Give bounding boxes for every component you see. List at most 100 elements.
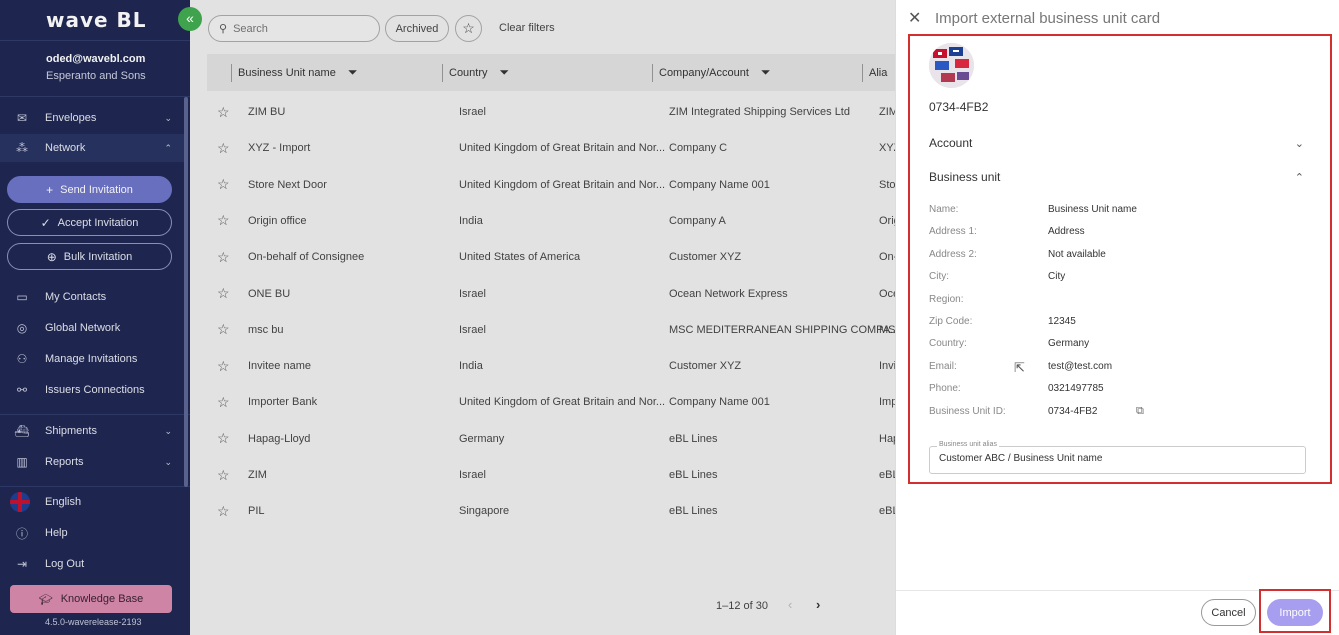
star-icon[interactable]: ☆ [217, 430, 230, 447]
table-row[interactable]: ☆ msc bu Israel MSC MEDITERRANEAN SHIPPING … [207, 312, 899, 348]
table-row[interactable]: ☆ Invitee name India Customer XYZ Invi [207, 348, 895, 384]
sidebar-divider [0, 486, 190, 487]
alias-input[interactable] [939, 453, 1299, 464]
cancel-button[interactable]: Cancel [1201, 599, 1256, 626]
sidebar-item-help[interactable]: ⓘ Help [0, 519, 184, 547]
table-row[interactable]: ☆ Origin office India Company A Orig [207, 203, 895, 239]
check-circle-icon: ✓ [40, 215, 51, 230]
close-icon[interactable]: ✕ [908, 8, 921, 28]
star-icon[interactable]: ☆ [217, 104, 230, 121]
sidebar-item-issuers-connections[interactable]: ⚯ Issuers Connections [0, 376, 184, 404]
alias-field[interactable]: Business unit alias [929, 441, 1306, 474]
table-cell: United Kingdom of Great Britain and Nor.… [459, 178, 666, 191]
import-button[interactable]: Import [1267, 599, 1323, 626]
table-row[interactable]: ☆ Hapag-Lloyd Germany eBL Lines Hap [207, 421, 895, 457]
star-icon[interactable]: ☆ [217, 321, 230, 338]
import-card-drawer: ✕ Import external business unit card 073… [895, 0, 1339, 635]
detail-field: Name: Business Unit name [929, 204, 1309, 220]
field-value: Not available [1048, 248, 1106, 260]
clear-filters-link[interactable]: Clear filters [499, 22, 555, 34]
sidebar-item-manage-invitations[interactable]: ⚇ Manage Invitations [0, 345, 184, 373]
button-label: Send Invitation [60, 183, 133, 196]
field-value: Address [1048, 226, 1085, 238]
star-icon[interactable]: ☆ [217, 176, 230, 193]
sidebar-scrollbar[interactable] [184, 97, 188, 487]
table-cell: Orig [879, 214, 895, 227]
table-cell: eBL Lines [669, 432, 718, 445]
table-cell: Ocean Network Express [669, 287, 788, 300]
favorites-filter-button[interactable]: ☆ [455, 15, 482, 42]
bulk-invitation-button[interactable]: ⊕ Bulk Invitation [7, 243, 172, 270]
table-row[interactable]: ☆ XYZ - Import United Kingdom of Great Bri… [207, 130, 895, 166]
column-header-alias[interactable]: Alia [862, 54, 887, 91]
archived-filter-button[interactable]: Archived [385, 15, 449, 42]
sidebar-item-network[interactable]: ⁂ Network ⌃ [0, 134, 184, 162]
accept-invitation-button[interactable]: ✓ Accept Invitation [7, 209, 172, 236]
language-selector[interactable]: English [0, 488, 184, 516]
knowledge-base-button[interactable]: 🎓︎ Knowledge Base [10, 585, 172, 613]
column-header-company[interactable]: Company/Account ⏷ [652, 54, 771, 91]
contacts-book-icon: ▭ [16, 290, 28, 304]
star-icon[interactable]: ☆ [217, 394, 230, 411]
detail-field: Email: test@test.com [929, 361, 1309, 377]
table-cell: ZIM BU [248, 106, 286, 118]
table-cell: Israel [459, 106, 486, 118]
table-row[interactable]: ☆ Store Next Door United Kingdom of Great … [207, 167, 895, 203]
detail-field: Country: Germany [929, 338, 1309, 354]
table-cell: Oce [879, 287, 895, 300]
column-title: Company/Account [659, 66, 749, 79]
star-icon[interactable]: ☆ [217, 467, 230, 484]
collapse-sidebar-button[interactable]: « [178, 7, 202, 31]
table-cell: Imp [879, 396, 895, 409]
table-header: Business Unit name ⏷ Country ⏷ Company/A… [207, 54, 895, 91]
table-row[interactable]: ☆ Importer Bank United Kingdom of Great Br… [207, 384, 895, 420]
star-icon[interactable]: ☆ [217, 358, 230, 375]
table-row[interactable]: ☆ On-behalf of Consignee United States of … [207, 239, 895, 275]
chevron-up-icon: ⌃ [164, 142, 172, 153]
table-row[interactable]: ☆ PIL Singapore eBL Lines eBL [207, 493, 895, 529]
sidebar-item-my-contacts[interactable]: ▭ My Contacts [0, 283, 184, 311]
search-input[interactable] [233, 22, 364, 35]
button-label: Bulk Invitation [63, 250, 133, 263]
business-unit-accordion[interactable]: Business unit ⌃ [929, 167, 1304, 187]
table-cell: Israel [459, 469, 486, 481]
table-cell: eBL [879, 505, 895, 518]
star-icon[interactable]: ☆ [217, 212, 230, 229]
sidebar-item-shipments[interactable]: ⛴ Shipments ⌄ [0, 417, 184, 445]
chevron-left-icon[interactable]: ‹ [788, 597, 792, 612]
column-header-country[interactable]: Country ⏷ [442, 54, 509, 91]
sidebar-item-logout[interactable]: ⇥ Log Out [0, 550, 184, 578]
language-label: English [45, 496, 82, 508]
copy-icon[interactable]: ⧉ [1136, 405, 1144, 418]
chevron-down-icon: ⌄ [164, 425, 172, 436]
account-accordion[interactable]: Account ⌄ [929, 133, 1304, 153]
chevron-right-icon[interactable]: › [816, 597, 820, 612]
sidebar-item-reports[interactable]: ▥ Reports ⌄ [0, 448, 184, 476]
sidebar-item-envelopes[interactable]: ✉ Envelopes ⌄ [0, 104, 184, 132]
button-label: Accept Invitation [57, 216, 139, 229]
send-invitation-button[interactable]: + Send Invitation [7, 176, 172, 203]
column-separator [652, 63, 653, 82]
search-box[interactable]: ⚲ [208, 15, 380, 42]
star-icon[interactable]: ☆ [217, 140, 230, 157]
network-icon: ⁂ [16, 141, 28, 155]
sidebar-item-label: Manage Invitations [45, 353, 138, 365]
table-row[interactable]: ☆ ZIM BU Israel ZIM Integrated Shipping Ser… [207, 94, 895, 130]
chevron-down-icon: ⌄ [1294, 137, 1304, 150]
table-row[interactable]: ☆ ZIM Israel eBL Lines eBL [207, 457, 895, 493]
table-cell: India [459, 360, 483, 373]
filter-icon[interactable]: ⏷ [348, 65, 358, 80]
star-icon[interactable]: ☆ [217, 285, 230, 302]
column-header-business-unit[interactable]: Business Unit name ⏷ [231, 54, 357, 91]
filter-icon[interactable]: ⏷ [761, 65, 771, 80]
field-label: Business Unit ID: [929, 405, 1006, 417]
field-label: Region: [929, 293, 964, 305]
filter-icon[interactable]: ⏷ [500, 65, 510, 80]
star-icon[interactable]: ☆ [217, 249, 230, 266]
sidebar-item-global-network[interactable]: ◎ Global Network [0, 314, 184, 342]
detail-field: Phone: 0321497785 [929, 383, 1309, 399]
star-icon[interactable]: ☆ [217, 503, 230, 520]
field-label: Country: [929, 338, 967, 350]
table-cell: On-behalf of Consignee [248, 251, 365, 264]
table-row[interactable]: ☆ ONE BU Israel Ocean Network Express Oce [207, 276, 895, 312]
